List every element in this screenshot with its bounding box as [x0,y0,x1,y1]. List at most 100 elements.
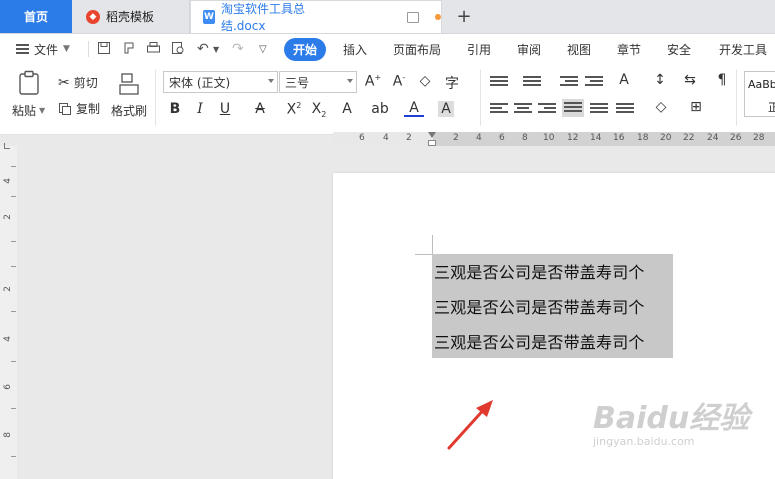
line-spacing-icon[interactable] [616,101,634,117]
chevron-down-icon [347,79,353,83]
menu-tab-references[interactable]: 引用 [467,34,491,64]
hruler-label: 18 [637,133,649,143]
highlight-icon[interactable]: ab [370,101,390,117]
menu-tab-insert[interactable]: 插入 [343,34,367,64]
menu-tab-chapter[interactable]: 章节 [617,34,641,64]
ruler-tick [11,196,16,197]
align-left-icon[interactable] [490,101,508,117]
tab-home[interactable]: 首页 [0,0,72,33]
print-preview-icon[interactable] [171,41,185,59]
baidu-watermark: Baidu经验 jingyan.baidu.com [593,393,749,448]
format-painter-icon[interactable] [118,72,140,96]
underline-icon[interactable]: U [215,101,235,117]
menu-tab-security[interactable]: 安全 [667,34,691,64]
text-effect-icon[interactable]: A [337,101,357,117]
font-color-icon[interactable]: A [404,101,424,117]
justify-icon[interactable] [562,99,584,117]
numbering-icon[interactable] [523,74,541,90]
ruler-tick [11,241,16,242]
strikethrough-icon[interactable]: A [250,101,270,117]
menu-tab-security-label: 安全 [667,42,692,57]
style-name-label: 正 [768,101,775,114]
increase-indent-icon[interactable] [585,74,603,90]
output-icon[interactable] [122,41,136,59]
superscript-icon[interactable]: X2 [284,101,304,118]
style-preview-text: AaBb [748,78,775,91]
hamburger-icon [16,44,29,54]
tab-daoke-label: 稻壳模板 [106,10,155,24]
hruler-label: 8 [522,133,528,143]
vruler-label: 4 [3,336,13,342]
align-center-icon[interactable] [514,101,532,117]
tab-daoke-templates[interactable]: ◆ 稻壳模板 [72,0,190,33]
ruler-tick [11,361,16,362]
paste-button[interactable] [17,70,41,96]
ruler-tick [11,408,16,409]
tab-document[interactable]: W 淘宝软件工具总结.docx [190,0,442,33]
tab-stop-selector-icon[interactable] [4,143,10,149]
char-shading-icon[interactable]: A [438,101,454,117]
sort-icon[interactable]: ↕ [650,72,670,88]
menu-tab-view-label: 视图 [567,42,592,57]
first-line-indent-marker[interactable] [428,132,436,138]
customize-toolbar-icon[interactable]: ▽ [259,44,267,55]
word-doc-icon: W [203,10,215,24]
copy-icon [59,102,71,115]
subscript-icon[interactable]: X2 [309,101,329,119]
menu-tab-insert-label: 插入 [343,42,368,57]
hruler-label: 2 [453,133,459,143]
bold-icon[interactable]: B [165,101,185,117]
hruler-label: 22 [683,133,695,143]
hruler-label: 24 [707,133,719,143]
copy-button[interactable]: 复制 [58,100,100,117]
hruler-label: 2 [406,133,412,143]
clear-format-icon[interactable]: ◇ [415,73,435,89]
font-family-select[interactable]: 宋体 (正文) [163,71,278,93]
ruler-tick [11,166,16,167]
hruler-label: 28 [753,133,765,143]
document-paragraph[interactable]: 三观是否公司是否带盖寿司个 [434,294,645,318]
undo-dropdown-icon[interactable]: ▼ [213,45,219,54]
file-menu[interactable]: 文件 ▼ [16,34,70,64]
decrease-indent-icon[interactable] [560,74,578,90]
vruler-label: 6 [3,384,13,390]
scissors-icon: ✂ [58,74,70,91]
horizontal-ruler: 6 4 2 2 4 6 8 10 12 14 16 18 20 22 24 26… [333,132,775,146]
shading-icon[interactable]: ◇ [651,99,671,115]
print-icon[interactable] [146,41,161,59]
new-tab-button[interactable]: + [452,0,476,33]
align-right-icon[interactable] [538,101,556,117]
format-painter-button[interactable]: 格式刷 [111,102,147,119]
line-break-icon[interactable]: ⇆ [680,72,700,88]
font-size-select[interactable]: 三号 [279,71,357,93]
text-direction-icon[interactable]: A [614,72,634,88]
undo-icon[interactable]: ↶ [197,41,209,57]
save-icon[interactable] [97,41,111,59]
monitor-icon[interactable] [407,11,420,23]
menu-tab-page-layout[interactable]: 页面布局 [393,34,441,64]
show-hide-icon[interactable]: ¶ [712,72,732,88]
style-normal-preview[interactable]: AaBb 正 [744,71,775,117]
bullets-icon[interactable] [490,74,508,90]
font-family-value: 宋体 (正文) [169,75,231,90]
hruler-label: 20 [660,133,672,143]
menu-tab-view[interactable]: 视图 [567,34,591,64]
pinyin-guide-icon[interactable]: 字 [442,73,462,93]
menu-tab-developer[interactable]: 开发工具 [719,34,767,64]
ruler-text-area [433,132,775,146]
increase-font-icon[interactable]: A+ [363,73,383,90]
document-paragraph[interactable]: 三观是否公司是否带盖寿司个 [434,329,645,353]
paste-label: 粘贴 [12,104,37,118]
borders-icon[interactable]: ⊞ [686,99,706,115]
document-paragraph[interactable]: 三观是否公司是否带盖寿司个 [434,259,645,283]
italic-icon[interactable]: I [190,101,210,117]
redo-icon[interactable]: ↷ [232,41,244,57]
cut-button[interactable]: ✂ 剪切 [58,74,98,91]
decrease-font-icon[interactable]: A- [389,73,409,90]
distributed-icon[interactable] [590,101,608,117]
paste-label-button[interactable]: 粘贴 ▼ [12,102,45,119]
watermark-brand: Baidu经验 [593,401,750,436]
menu-tab-home[interactable]: 开始 [284,34,327,64]
menu-tab-review[interactable]: 审阅 [517,34,541,64]
menu-bar: 文件 ▼ ↶ ▼ ↷ ▽ 开始 插入 页面布局 引用 审阅 视图 章节 安全 开… [0,34,775,64]
